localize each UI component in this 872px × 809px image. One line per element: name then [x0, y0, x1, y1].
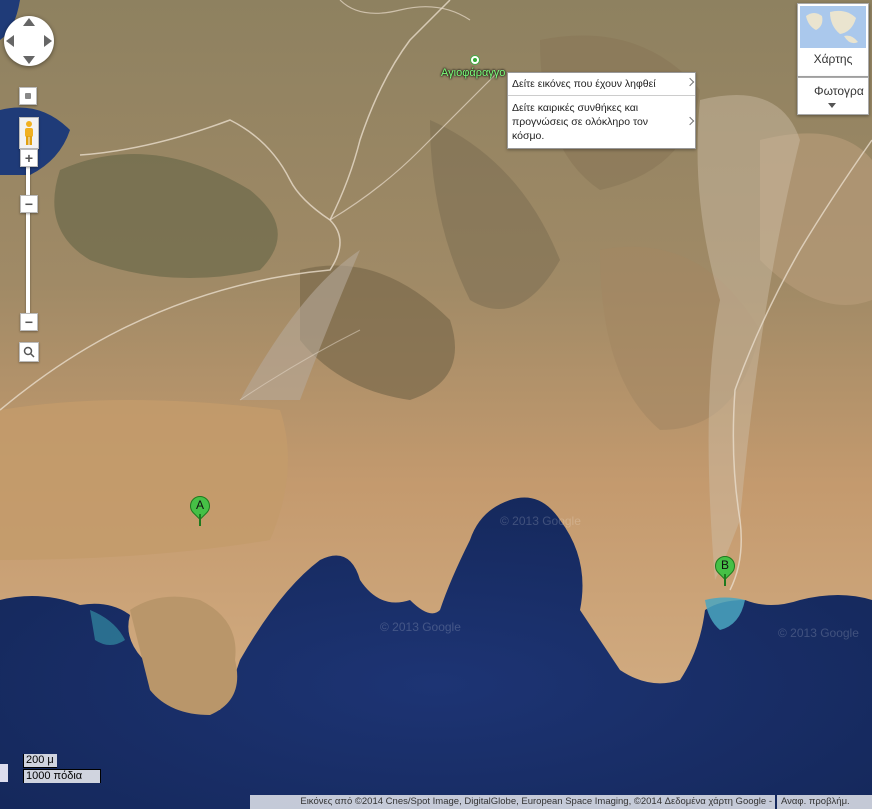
map-watermark: © 2013 Google — [778, 626, 859, 640]
pegman-icon — [25, 121, 33, 145]
pan-up-icon[interactable] — [23, 18, 35, 26]
magnifier-icon — [23, 346, 35, 358]
scale-metric: 200 μ — [23, 754, 57, 768]
place-label[interactable]: Αγιοφάραγγο — [441, 67, 505, 79]
pan-left-icon[interactable] — [6, 35, 14, 47]
marker-stem — [724, 574, 726, 586]
chevron-right-icon — [685, 77, 695, 87]
tooltip-item-photos-text: Δείτε εικόνες που έχουν ληφθεί — [512, 78, 656, 90]
satellite-map[interactable] — [0, 0, 872, 809]
map-thumbnail-icon — [800, 6, 866, 48]
map-watermark: © 2013 Google — [500, 514, 581, 528]
reset-icon — [25, 93, 31, 99]
report-problem-link[interactable]: Αναφ. προβλήμ. — [777, 795, 872, 809]
tooltip-item-weather-text: Δείτε καιρικές συνθήκες και προγνώσεις σ… — [512, 102, 649, 142]
pan-control[interactable] — [4, 16, 54, 66]
attribution-text: Εικόνες από ©2014 Cnes/Spot Image, Digit… — [250, 795, 775, 809]
marker-a-label: A — [195, 498, 204, 512]
tooltip-item-weather[interactable]: Δείτε καιρικές συνθήκες και προγνώσεις σ… — [508, 96, 695, 148]
marker-b[interactable]: B — [710, 551, 740, 590]
zoom-slider-handle[interactable]: − — [20, 195, 38, 213]
map-type-button[interactable]: Χάρτης — [797, 3, 869, 77]
place-poi-icon[interactable] — [470, 55, 480, 65]
rectangle-zoom-button[interactable] — [19, 342, 39, 362]
chevron-down-icon — [828, 103, 836, 108]
street-view-pegman[interactable] — [19, 117, 39, 149]
marker-b-label: B — [720, 558, 729, 572]
zoom-in-button[interactable]: + — [20, 149, 38, 167]
zoom-out-button[interactable]: − — [20, 313, 38, 331]
map-watermark: © 2013 Google — [380, 620, 461, 634]
pan-down-icon[interactable] — [23, 56, 35, 64]
map-imagery[interactable] — [0, 0, 872, 809]
chevron-right-icon — [685, 116, 695, 126]
scale-imperial: 1000 πόδια — [23, 769, 101, 783]
layer-tooltip: Δείτε εικόνες που έχουν ληφθεί Δείτε και… — [507, 72, 696, 149]
reset-view-button[interactable] — [19, 87, 37, 105]
tooltip-item-photos[interactable]: Δείτε εικόνες που έχουν ληφθεί — [508, 73, 695, 96]
pan-right-icon[interactable] — [44, 35, 52, 47]
photo-layer-dropdown[interactable]: Φωτογρα — [797, 77, 869, 115]
scale-edge — [0, 764, 8, 782]
zoom-slider-rail[interactable] — [26, 166, 30, 314]
marker-a[interactable]: A — [185, 491, 215, 530]
marker-stem — [199, 514, 201, 526]
photo-button-label: Φωτογρα — [814, 84, 864, 98]
map-button-label: Χάρτης — [813, 52, 853, 66]
